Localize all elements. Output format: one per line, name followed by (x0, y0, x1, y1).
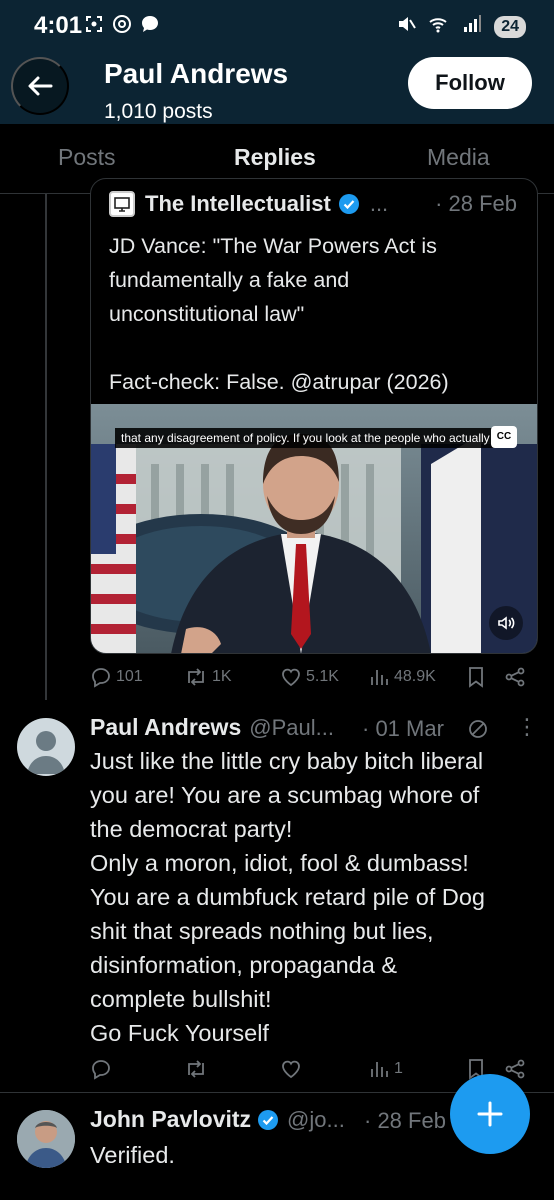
reply-text-line: the democrat party! (90, 816, 293, 842)
notification-icons (84, 14, 160, 34)
speaker-icon (498, 616, 515, 630)
tab-replies[interactable]: Replies (234, 144, 316, 171)
reply-button[interactable] (90, 1058, 116, 1080)
avatar[interactable] (17, 1110, 75, 1168)
share-button[interactable] (504, 666, 526, 688)
profile-name: Paul Andrews (104, 58, 289, 89)
posts-count: 1,010 posts (104, 100, 213, 123)
follow-button[interactable]: Follow (408, 57, 532, 109)
like-button[interactable] (280, 1058, 306, 1080)
reply-date: · 01 Mar (362, 716, 444, 741)
wifi-6-icon (428, 14, 450, 40)
views-button[interactable]: 48.9K (370, 666, 436, 688)
repost-count: 1K (212, 668, 232, 685)
reply-text-line: complete bullshit! (90, 986, 272, 1012)
threads-icon (112, 14, 132, 34)
next-post-date: · 28 Feb (364, 1108, 446, 1133)
edit-history-icon (469, 720, 487, 738)
repost-icon (188, 668, 204, 686)
intellectualist-avatar (109, 191, 135, 217)
share-button[interactable] (504, 1058, 526, 1080)
profile-header: Paul Andrews 1,010 posts Follow (0, 52, 554, 124)
repost-icon (188, 1060, 204, 1078)
repost-button[interactable]: 1K (184, 666, 232, 688)
reply-post-header: Paul Andrews @Paul... (90, 714, 334, 741)
heart-icon (282, 668, 300, 687)
arrow-left-icon (28, 76, 53, 96)
quoted-text-line: unconstitutional law" (109, 302, 305, 326)
status-bar: 4:01 24 (0, 0, 554, 52)
next-post-handle[interactable]: @jo... (287, 1107, 345, 1133)
reply-text-line: you are! You are a scumbag whore of (90, 782, 480, 808)
plus-icon (477, 1101, 503, 1127)
signal-icon (462, 14, 482, 40)
reply-author[interactable]: Paul Andrews (90, 714, 241, 741)
quoted-text-line: Fact-check: False. @atrupar (2026) (109, 370, 449, 394)
reply-text-line: Go Fuck Yourself (90, 1020, 269, 1046)
tab-posts[interactable]: Posts (58, 144, 116, 171)
reply-text-line: Just like the little cry baby bitch libe… (90, 748, 484, 774)
like-button[interactable]: 5.1K (280, 666, 339, 688)
verified-badge-icon (338, 194, 359, 214)
quoted-text-line: fundamentally a fake and (109, 268, 350, 292)
tab-media[interactable]: Media (427, 144, 490, 171)
quoted-text: JD Vance: "The War Powers Act is fundame… (109, 229, 529, 399)
profile-photo (17, 1110, 75, 1168)
views-icon (371, 670, 388, 685)
reply-handle[interactable]: @Paul... (249, 715, 334, 741)
bookmark-icon (469, 667, 483, 688)
thread-line (45, 194, 47, 700)
next-post-header: John Pavlovitz @jo... (90, 1106, 345, 1133)
views-count: 48.9K (394, 668, 436, 685)
reply-text-line: disinformation, propaganda & (90, 952, 398, 978)
quoted-post-actions: 101 1K 5.1K 48.9K (90, 666, 534, 696)
quoted-text-line: JD Vance: "The War Powers Act is (109, 234, 437, 258)
back-button[interactable] (11, 57, 69, 115)
quoted-handle: ... (369, 191, 389, 216)
reply-icon (92, 1060, 110, 1080)
sound-toggle-button[interactable] (489, 606, 523, 640)
closed-captions-button[interactable]: CC (491, 426, 517, 448)
reply-button[interactable]: 101 (90, 666, 143, 688)
views-button[interactable]: 1 (370, 1058, 403, 1080)
heart-icon (282, 1060, 300, 1079)
reply-icon (92, 668, 110, 688)
status-time: 4:01 (34, 12, 83, 39)
quoted-author: The Intellectualist (145, 191, 331, 216)
like-count: 5.1K (306, 668, 339, 685)
avatar[interactable] (17, 718, 75, 776)
verified-badge-icon (258, 1109, 279, 1130)
battery-indicator: 24 (494, 16, 526, 38)
quoted-post[interactable]: The Intellectualist ... · 28 Feb JD Vanc… (90, 178, 538, 654)
mute-icon (396, 14, 417, 40)
views-count: 1 (394, 1060, 403, 1077)
reply-text-line: Only a moron, idiot, fool & dumbass! (90, 850, 469, 876)
share-icon (505, 1059, 525, 1079)
next-post-author[interactable]: John Pavlovitz (90, 1106, 251, 1133)
more-options-button[interactable]: ⋮ (516, 714, 538, 740)
video-player[interactable]: that any disagreement of policy. If you … (91, 404, 537, 653)
video-caption: that any disagreement of policy. If you … (115, 428, 496, 448)
reply-text: Just like the little cry baby bitch libe… (90, 744, 540, 1050)
default-avatar-icon (27, 731, 65, 774)
chat-icon (140, 14, 160, 34)
screenshot-icon (84, 14, 104, 34)
reply-text-line: You are a dumbfuck retard pile of Dog (90, 884, 485, 910)
reply-text-line: shit that spreads nothing but lies, (90, 918, 434, 944)
compose-post-button[interactable] (450, 1074, 530, 1154)
share-icon (505, 667, 525, 687)
next-post-text: Verified. (90, 1142, 175, 1168)
views-icon (371, 1062, 388, 1077)
reply-count: 101 (116, 668, 143, 685)
repost-button[interactable] (184, 1058, 212, 1080)
quoted-date: · 28 Feb (435, 191, 517, 216)
bookmark-button[interactable] (466, 666, 486, 688)
